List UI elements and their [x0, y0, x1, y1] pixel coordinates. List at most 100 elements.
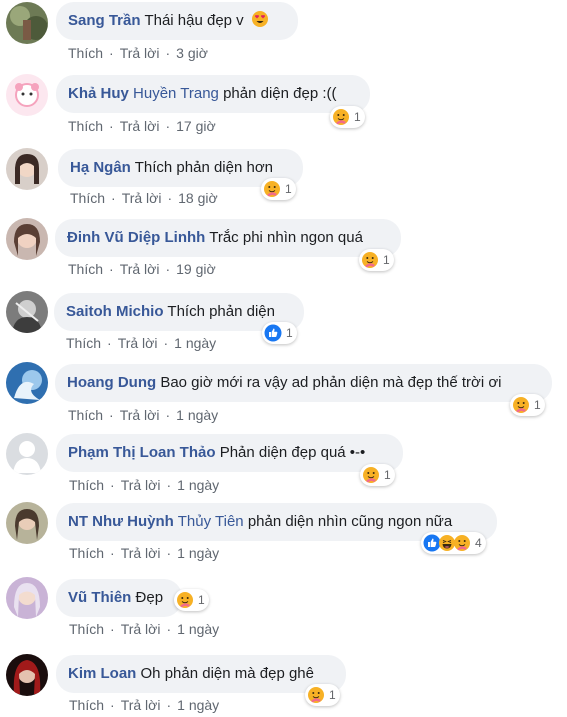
comment-author[interactable]: Vũ Thiên [68, 589, 131, 606]
reaction-count: 4 [475, 536, 482, 550]
comment-text: Thích phản diện hơn [134, 159, 274, 176]
comment-author[interactable]: Đinh Vũ Diệp Linhh [67, 229, 205, 246]
avatar[interactable] [6, 2, 48, 44]
comment-bubble: Phạm Thị Loan Thảo Phản diện đẹp quá •-• [56, 434, 403, 472]
comment-bubble: Vũ Thiên Đẹp [56, 579, 182, 617]
comment-time[interactable]: 19 giờ [176, 261, 216, 277]
comment-author[interactable]: Sang Trần [68, 12, 141, 29]
comment-actions: Thích · Trả lời · 1 ngày [69, 621, 220, 637]
like-button[interactable]: Thích [69, 545, 104, 561]
care-reaction-icon [453, 534, 471, 552]
reaction-summary[interactable]: 1 [360, 464, 395, 486]
comment-actions: Thích · Trả lời · 1 ngày [69, 477, 220, 493]
comment-bubble: Sang Trần Thái hậu đẹp v [56, 2, 298, 40]
reaction-summary[interactable]: 4 [421, 532, 486, 554]
like-button[interactable]: Thích [70, 190, 105, 206]
reaction-summary[interactable]: 1 [174, 589, 209, 611]
comment-time[interactable]: 18 giờ [178, 190, 218, 206]
reply-button[interactable]: Trả lời [120, 45, 160, 61]
avatar[interactable] [6, 433, 48, 475]
reaction-count: 1 [198, 593, 205, 607]
comment-text: Phản diện đẹp quá •-• [219, 444, 366, 461]
avatar[interactable] [6, 74, 48, 116]
like-button[interactable]: Thích [68, 261, 103, 277]
reply-button[interactable]: Trả lời [120, 118, 160, 134]
reaction-count: 1 [286, 326, 293, 340]
comment-time[interactable]: 1 ngày [177, 477, 219, 493]
comment-author[interactable]: Hoang Dung [67, 374, 156, 391]
tagged-user[interactable]: Huyền Trang [133, 85, 219, 102]
reaction-count: 1 [383, 253, 390, 267]
comment-author[interactable]: NT Như Huỳnh [68, 513, 174, 530]
like-button[interactable]: Thích [68, 118, 103, 134]
comment-bubble: Kim Loan Oh phản diện mà đẹp ghê [56, 655, 346, 693]
avatar[interactable] [6, 218, 48, 260]
comment-actions: Thích · Trả lời · 19 giờ [68, 261, 216, 277]
comment-author[interactable]: Phạm Thị Loan Thảo [68, 444, 216, 461]
reaction-summary[interactable]: 1 [261, 178, 296, 200]
comment-bubble: Khả Huy Huyền Trang phản diện đẹp :(( [56, 75, 370, 113]
reaction-summary[interactable]: 1 [262, 322, 297, 344]
tagged-user[interactable]: Thủy Tiên [178, 513, 244, 530]
reaction-summary[interactable]: 1 [359, 249, 394, 271]
care-reaction-icon [332, 108, 350, 126]
reply-button[interactable]: Trả lời [121, 621, 161, 637]
comment-author[interactable]: Kim Loan [68, 665, 136, 682]
comment-author[interactable]: Hạ Ngân [70, 159, 131, 176]
like-button[interactable]: Thích [68, 45, 103, 61]
avatar[interactable] [6, 654, 48, 696]
comment-text: Thái hậu đẹp v [144, 12, 244, 29]
reply-button[interactable]: Trả lời [120, 261, 160, 277]
comment-actions: Thích · Trả lời · 3 giờ [68, 45, 208, 61]
care-reaction-icon [307, 686, 325, 704]
reaction-count: 1 [534, 398, 541, 412]
care-reaction-icon [176, 591, 194, 609]
reply-button[interactable]: Trả lời [121, 697, 161, 713]
reaction-count: 1 [354, 110, 361, 124]
comment-time[interactable]: 1 ngày [176, 407, 218, 423]
reply-button[interactable]: Trả lời [122, 190, 162, 206]
reaction-summary[interactable]: 1 [510, 394, 545, 416]
comment-time[interactable]: 17 giờ [176, 118, 216, 134]
comment-actions: Thích · Trả lời · 1 ngày [69, 545, 220, 561]
comment-time[interactable]: 1 ngày [177, 621, 219, 637]
avatar[interactable] [6, 577, 48, 619]
comment-time[interactable]: 1 ngày [174, 335, 216, 351]
comment-text: Thích phản diện [167, 303, 275, 320]
care-reaction-icon [361, 251, 379, 269]
reply-button[interactable]: Trả lời [121, 545, 161, 561]
reply-button[interactable]: Trả lời [121, 477, 161, 493]
avatar[interactable] [6, 362, 48, 404]
reaction-summary[interactable]: 1 [330, 106, 365, 128]
comment-time[interactable]: 1 ngày [177, 545, 219, 561]
comment-time[interactable]: 3 giờ [176, 45, 208, 61]
avatar[interactable] [6, 148, 48, 190]
comment-actions: Thích · Trả lời · 18 giờ [70, 190, 218, 206]
like-button[interactable]: Thích [69, 697, 104, 713]
avatar[interactable] [6, 291, 48, 333]
like-button[interactable]: Thích [68, 407, 103, 423]
comment-author[interactable]: Saitoh Michio [66, 303, 164, 320]
comment-actions: Thích · Trả lời · 17 giờ [68, 118, 216, 134]
reply-button[interactable]: Trả lời [120, 407, 160, 423]
care-reaction-icon [512, 396, 530, 414]
avatar[interactable] [6, 502, 48, 544]
care-reaction-icon [263, 180, 281, 198]
comment-actions: Thích · Trả lời · 1 ngày [68, 407, 219, 423]
comment-time[interactable]: 1 ngày [177, 697, 219, 713]
reaction-summary[interactable]: 1 [305, 684, 340, 706]
like-button[interactable]: Thích [66, 335, 101, 351]
reaction-count: 1 [285, 182, 292, 196]
like-button[interactable]: Thích [69, 477, 104, 493]
reply-button[interactable]: Trả lời [118, 335, 158, 351]
comment-bubble: Hoang Dung Bao giờ mới ra vậy ad phản di… [55, 364, 552, 402]
comment-author[interactable]: Khả Huy [68, 85, 129, 102]
comment-text: Đẹp [135, 589, 164, 606]
reaction-count: 1 [384, 468, 391, 482]
care-reaction-icon [362, 466, 380, 484]
comment-text: phản diện nhìn cũng ngon nữa [247, 513, 453, 530]
like-button[interactable]: Thích [69, 621, 104, 637]
comment-text: Trắc phi nhìn ngon quá [209, 229, 363, 246]
comment-actions: Thích · Trả lời · 1 ngày [69, 697, 220, 713]
comment-text: Bao giờ mới ra vậy ad phản diện mà đẹp t… [160, 374, 502, 391]
